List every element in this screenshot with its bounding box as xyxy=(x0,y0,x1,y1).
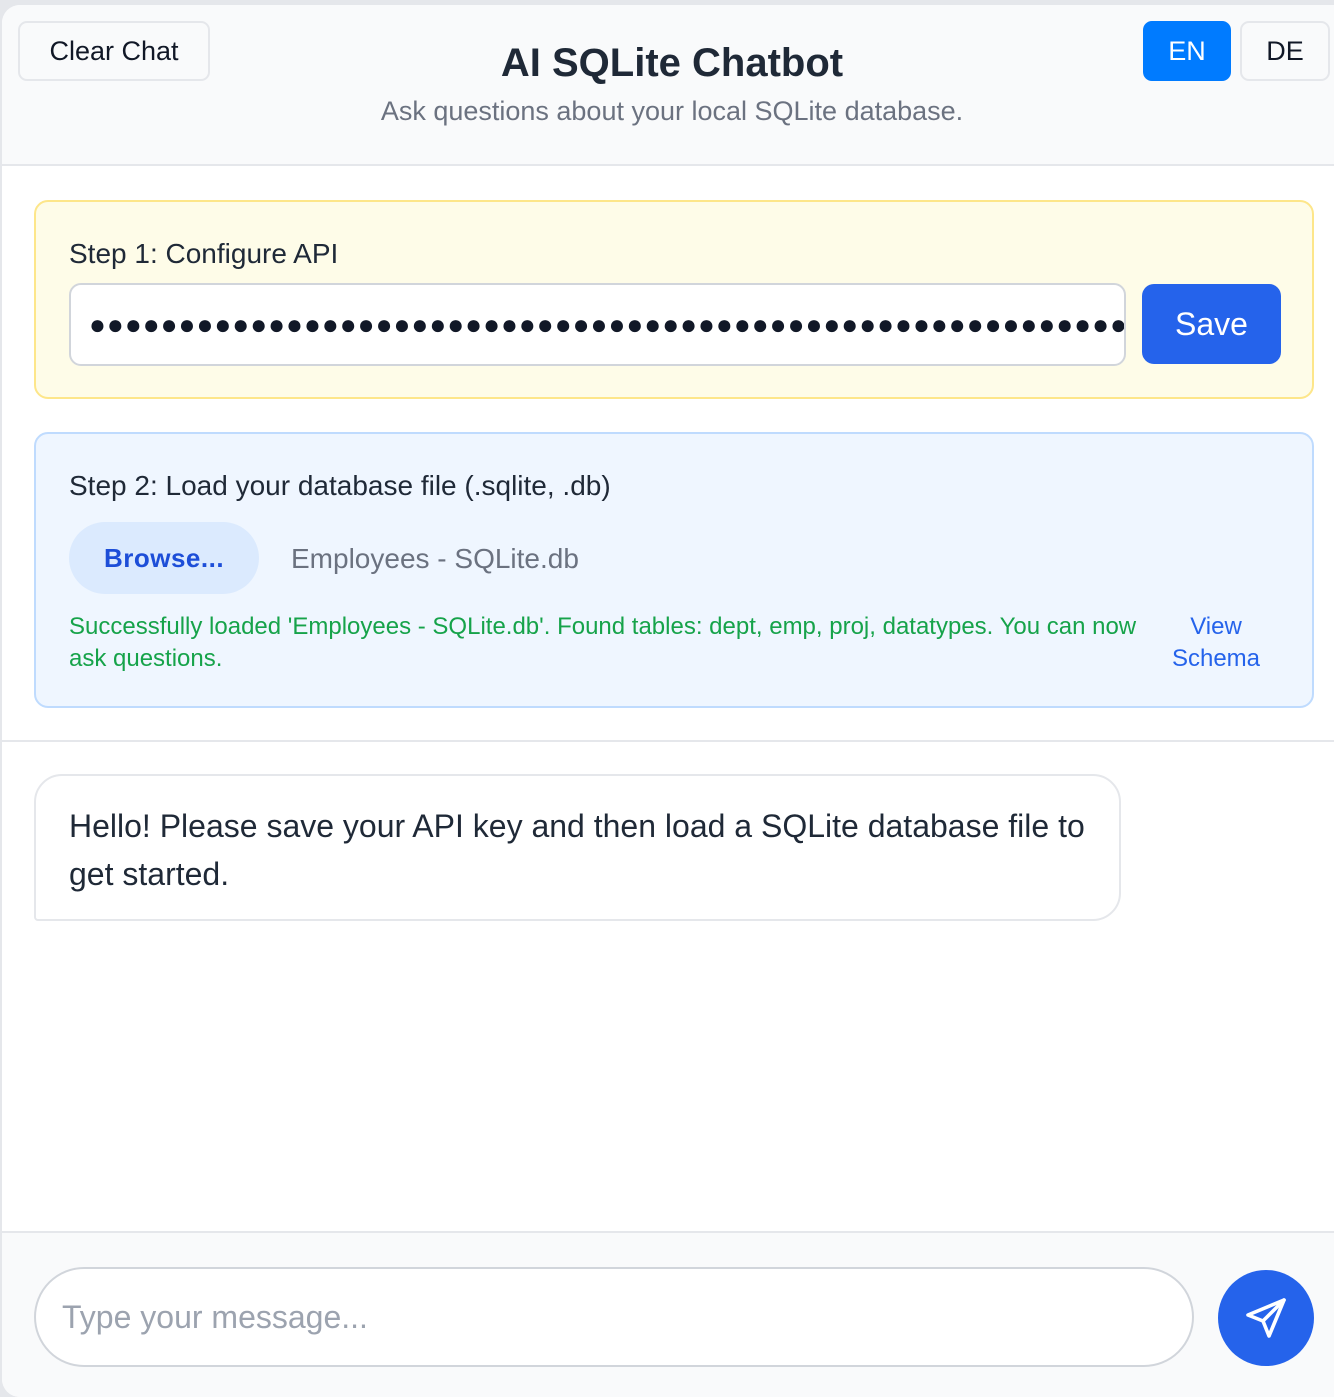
database-load-card: Step 2: Load your database file (.sqlite… xyxy=(34,432,1314,708)
selected-file-name: Employees - SQLite.db xyxy=(291,543,579,574)
step1-label: Step 1: Configure API xyxy=(69,238,339,269)
header: Clear Chat AI SQLite Chatbot Ask questio… xyxy=(2,5,1334,166)
load-status-message: Successfully loaded 'Employees - SQLite.… xyxy=(69,613,1137,672)
view-schema-link[interactable]: View Schema xyxy=(1161,611,1271,675)
setup-panel: Step 1: Configure API ●●●●●●●●●●●●●●●●●●… xyxy=(2,166,1334,742)
api-config-card: Step 1: Configure API ●●●●●●●●●●●●●●●●●●… xyxy=(34,200,1314,399)
page-subtitle: Ask questions about your local SQLite da… xyxy=(380,96,964,126)
save-api-key-button[interactable]: Save xyxy=(1142,284,1281,364)
chatbot-app: Clear Chat AI SQLite Chatbot Ask questio… xyxy=(2,5,1334,1397)
chat-messages: Hello! Please save your API key and then… xyxy=(2,742,1334,1231)
language-de-button[interactable]: DE xyxy=(1240,21,1330,81)
step2-label: Step 2: Load your database file (.sqlite… xyxy=(69,470,611,501)
message-input[interactable]: Type your message... xyxy=(34,1267,1194,1367)
bot-message: Hello! Please save your API key and then… xyxy=(34,774,1121,921)
send-icon xyxy=(1242,1294,1290,1342)
api-key-input[interactable]: ●●●●●●●●●●●●●●●●●●●●●●●●●●●●●●●●●●●●●●●●… xyxy=(69,283,1126,366)
composer: Type your message... xyxy=(2,1231,1334,1397)
browse-file-button[interactable]: Browse... xyxy=(69,522,259,594)
send-button[interactable] xyxy=(1218,1270,1314,1366)
page-title: AI SQLite Chatbot xyxy=(500,41,844,85)
language-en-button[interactable]: EN xyxy=(1143,21,1231,81)
